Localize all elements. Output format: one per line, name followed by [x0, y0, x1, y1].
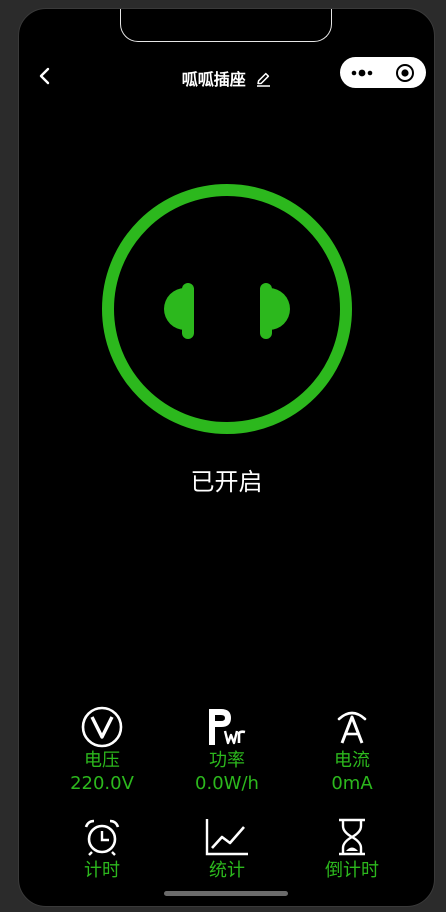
socket-icon [102, 184, 352, 434]
power-status-label: 已开启 [190, 468, 263, 496]
statistics-button[interactable]: 统计 [157, 817, 297, 883]
power-metric: 功率 0.0W/h [157, 706, 297, 796]
power-icon [209, 709, 246, 745]
more-dots-icon[interactable] [340, 57, 383, 88]
camera-notch [120, 9, 332, 42]
close-miniprogram-icon[interactable] [383, 57, 426, 88]
line-chart-icon [205, 819, 248, 856]
power-toggle-button[interactable] [99, 181, 355, 437]
power-value: 0.0W/h [195, 773, 259, 794]
voltage-icon [81, 706, 123, 748]
timer-button[interactable]: 计时 [32, 817, 172, 883]
miniprogram-capsule [340, 57, 426, 88]
countdown-label: 倒计时 [325, 860, 379, 881]
current-value: 0mA [331, 773, 373, 794]
statistics-label: 统计 [209, 860, 245, 881]
hourglass-icon [339, 818, 365, 856]
voltage-label: 电压 [84, 750, 120, 771]
current-icon [337, 711, 367, 744]
countdown-button[interactable]: 倒计时 [282, 817, 422, 883]
power-label: 功率 [209, 750, 245, 771]
voltage-metric: 电压 220.0V [32, 706, 172, 796]
alarm-clock-icon [84, 819, 120, 856]
page-title: 呱呱插座 [181, 70, 246, 89]
voltage-value: 220.0V [70, 773, 134, 794]
home-indicator[interactable] [164, 891, 288, 896]
current-metric: 电流 0mA [282, 706, 422, 796]
timer-label: 计时 [84, 860, 120, 881]
edit-icon[interactable] [255, 71, 271, 91]
current-label: 电流 [334, 750, 370, 771]
phone-frame: 呱呱插座 已开启 电压 220.0V 功率 0.0W/h 电流 0mA 计时 统… [18, 8, 435, 907]
